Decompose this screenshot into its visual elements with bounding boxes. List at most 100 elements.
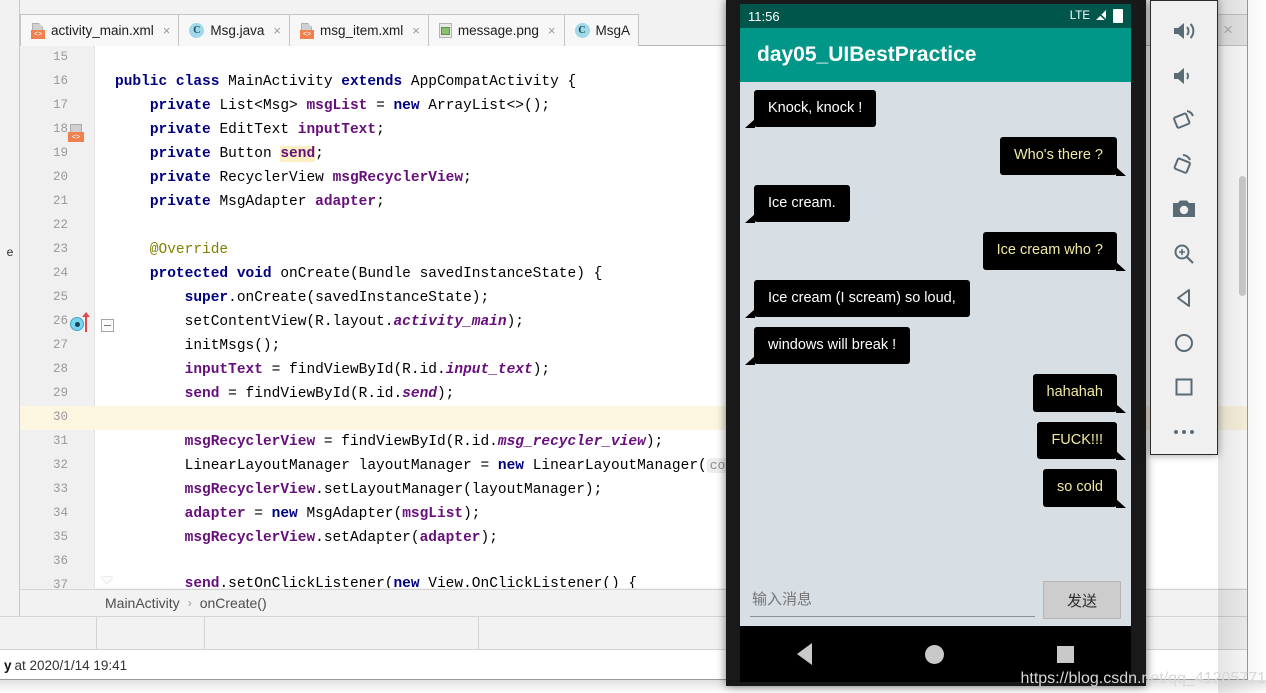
- chat-row: Who's there ?: [748, 137, 1127, 177]
- xml-file-icon: <>: [300, 22, 314, 39]
- message-input[interactable]: [750, 583, 1035, 617]
- gutter-line-number: 20: [53, 170, 69, 184]
- code-line: send.setOnClickListener(new View.OnClick…: [184, 576, 638, 588]
- chat-bubble-incoming: Ice cream (I scream) so loud,: [745, 279, 970, 319]
- chat-row: Ice cream (I scream) so loud,: [745, 279, 1123, 319]
- overview-nav-icon[interactable]: [1057, 645, 1075, 663]
- status-bar-lead-text: y: [4, 657, 12, 673]
- more-icon[interactable]: [1150, 410, 1218, 455]
- editor-tab-label: Msg.java: [210, 23, 265, 38]
- editor-tab-message-png[interactable]: message.png ×: [428, 14, 565, 46]
- status-bar-text: at 2020/1/14 19:41: [14, 657, 128, 673]
- gutter-line-number: 30: [53, 410, 69, 424]
- close-icon[interactable]: ×: [412, 24, 420, 37]
- close-icon[interactable]: ×: [273, 24, 281, 37]
- emulator-screen[interactable]: 11:56 LTE day05_UIBestPractice Knock, kn…: [740, 4, 1131, 682]
- emulator-control-toolbar[interactable]: [1150, 0, 1218, 455]
- gutter-line-number: 22: [53, 218, 69, 232]
- gutter-line-number: 17: [53, 98, 69, 112]
- code-line: @Override: [115, 242, 229, 258]
- editor-tab-msg-item-xml[interactable]: <> msg_item.xml ×: [290, 14, 429, 46]
- left-tool-window-tab[interactable]: e: [0, 232, 20, 272]
- close-icon[interactable]: ×: [163, 24, 171, 37]
- send-button[interactable]: 发送: [1043, 581, 1121, 619]
- camera-icon[interactable]: [1150, 187, 1218, 232]
- rotate-right-icon[interactable]: [1150, 143, 1218, 188]
- chat-bubble-outgoing: Ice cream who ?: [982, 232, 1127, 271]
- chat-bubble-outgoing: Who's there ?: [999, 137, 1127, 177]
- chat-row: FUCK!!!: [748, 421, 1126, 461]
- chat-bubble-outgoing: so cold: [1043, 469, 1126, 508]
- code-line: initMsgs();: [115, 338, 281, 354]
- chat-row: Ice cream who ?: [748, 232, 1127, 271]
- chat-message-list[interactable]: Knock, knock ! Who's there ? Ice cream. …: [740, 82, 1131, 592]
- xml-layout-marker-icon[interactable]: <>: [68, 124, 84, 142]
- code-line: public class MainActivity extends AppCom…: [115, 74, 577, 90]
- volume-up-icon[interactable]: [1150, 9, 1218, 54]
- gutter-line-number: 24: [53, 266, 69, 280]
- xml-file-icon: <>: [31, 22, 45, 39]
- back-nav-icon[interactable]: [796, 643, 812, 665]
- android-status-bar: 11:56 LTE: [740, 4, 1131, 28]
- breadcrumb-separator-icon: ›: [187, 596, 192, 610]
- gutter-line-number: 35: [53, 530, 69, 544]
- breadcrumb-class[interactable]: MainActivity: [105, 595, 180, 611]
- screenshot-root: e <> activity_main.xml × C Msg.java × <>…: [0, 0, 1266, 693]
- code-line: private MsgAdapter adapter;: [149, 194, 385, 210]
- gutter-line-number: 29: [53, 386, 69, 400]
- chat-bubble-incoming: Ice cream.: [745, 184, 850, 224]
- overview-icon[interactable]: [1150, 365, 1218, 410]
- home-nav-icon[interactable]: [924, 644, 944, 664]
- breadcrumb-method[interactable]: onCreate(): [200, 595, 267, 611]
- gutter-line-number: 36: [53, 554, 69, 568]
- code-fold-toggle[interactable]: [101, 577, 114, 588]
- gutter-line-number: 31: [53, 434, 69, 448]
- left-tool-window-strip[interactable]: e: [0, 0, 20, 650]
- code-line: super.onCreate(savedInstanceState);: [184, 290, 490, 306]
- code-line: protected void onCreate(Bundle savedInst…: [149, 266, 603, 282]
- code-line: inputText = findViewById(R.id.input_text…: [184, 362, 551, 378]
- image-file-icon: [438, 23, 452, 38]
- code-line: private RecyclerView msgRecyclerView;: [149, 170, 472, 186]
- editor-fold-column[interactable]: [95, 46, 115, 588]
- chat-row: windows will break !: [744, 326, 1123, 366]
- gutter-line-number: 34: [53, 506, 69, 520]
- editor-tab-activity-main-xml[interactable]: <> activity_main.xml ×: [20, 14, 180, 46]
- code-line: private List<Msg> msgList = new ArrayLis…: [149, 98, 551, 114]
- editor-tab-msg-adapter-java[interactable]: C MsgA: [564, 14, 640, 46]
- code-fold-toggle[interactable]: [101, 319, 114, 332]
- strip-divider: [478, 617, 479, 650]
- code-line: private Button send;: [149, 146, 324, 162]
- close-icon[interactable]: ×: [548, 24, 556, 37]
- watermark-text: https://blog.csdn.net/qq_41205771: [1020, 670, 1266, 687]
- rotate-left-icon[interactable]: [1150, 98, 1218, 143]
- app-toolbar: day05_UIBestPractice: [740, 28, 1131, 82]
- code-line: send = findViewById(R.id.send);: [184, 386, 455, 402]
- battery-icon: [1113, 9, 1123, 23]
- gutter-line-number: 33: [53, 482, 69, 496]
- home-icon[interactable]: [1150, 321, 1218, 366]
- editor-tab-label: MsgA: [595, 23, 631, 38]
- gutter-line-number: 21: [53, 194, 69, 208]
- chat-row: Ice cream.: [745, 184, 1123, 224]
- message-input-row: 发送: [740, 574, 1131, 626]
- app-title: day05_UIBestPractice: [757, 43, 977, 66]
- strip-divider: [96, 617, 97, 650]
- status-bar-clock: 11:56: [748, 8, 780, 24]
- zoom-in-icon[interactable]: [1150, 232, 1218, 277]
- android-emulator-window[interactable]: 11:56 LTE day05_UIBestPractice Knock, kn…: [726, 0, 1146, 686]
- gutter-line-number: 16: [53, 74, 69, 88]
- chat-bubble-incoming: Knock, knock !: [744, 90, 877, 129]
- back-icon[interactable]: [1150, 276, 1218, 321]
- volume-down-icon[interactable]: [1150, 54, 1218, 99]
- chat-row: hahahah: [748, 374, 1127, 414]
- chat-row: Knock, knock !: [744, 90, 1123, 129]
- editor-tab-msg-java[interactable]: C Msg.java ×: [179, 14, 290, 46]
- java-class-icon: C: [574, 23, 590, 38]
- chat-bubble-outgoing: hahahah: [1032, 374, 1127, 414]
- run-method-gutter-icon[interactable]: [70, 312, 92, 336]
- gutter-line-number: 23: [53, 242, 69, 256]
- chat-bubble-outgoing: FUCK!!!: [1037, 421, 1126, 461]
- editor-vertical-scrollbar[interactable]: [1239, 176, 1246, 296]
- code-line: msgRecyclerView.setLayoutManager(layoutM…: [184, 482, 603, 498]
